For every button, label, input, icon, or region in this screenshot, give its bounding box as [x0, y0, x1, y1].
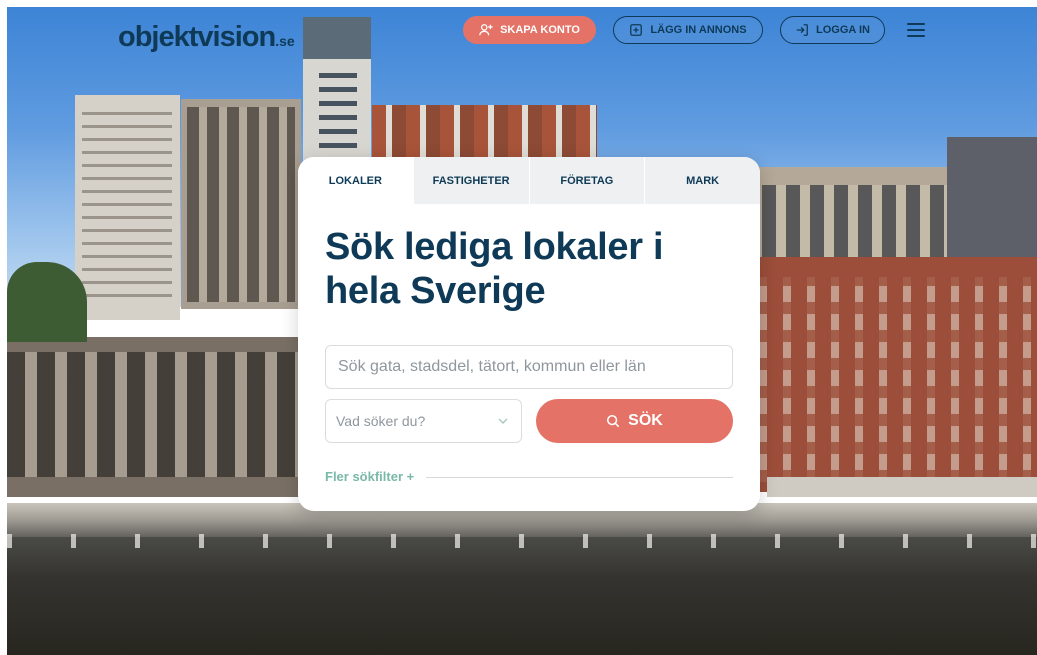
search-heading: Sök lediga lokaler i hela Sverige [325, 226, 664, 312]
property-type-value: Vad söker du? [336, 413, 426, 429]
logo-suffix: .se [275, 33, 295, 49]
tab-mark[interactable]: MARK [644, 157, 760, 204]
place-ad-button[interactable]: LÄGG IN ANNONS [613, 16, 763, 44]
tab-lokaler[interactable]: LOKALER [298, 157, 413, 204]
login-button[interactable]: LOGGA IN [780, 16, 885, 44]
logo-text: objektvision [118, 21, 276, 53]
plus-square-icon [630, 24, 643, 36]
page: objektvision.se SKAPA KONTO LÄGG IN ANNO… [7, 7, 1037, 655]
place-ad-label: LÄGG IN ANNONS [650, 24, 747, 36]
create-account-button[interactable]: SKAPA KONTO [463, 16, 596, 44]
filters-divider [426, 477, 733, 478]
search-icon [607, 414, 620, 428]
tab-foretag[interactable]: FÖRETAG [528, 157, 645, 204]
search-button[interactable]: SÖK [536, 399, 733, 443]
tab-fastigheter[interactable]: FASTIGHETER [412, 157, 529, 204]
create-account-label: SKAPA KONTO [500, 24, 580, 36]
more-filters-link[interactable]: Fler sökfilter + [325, 469, 414, 484]
login-label: LOGGA IN [816, 24, 870, 36]
chevron-down-icon [498, 418, 508, 425]
category-tabs: LOKALER FASTIGHETER FÖRETAG MARK [298, 157, 760, 204]
login-arrow-icon [796, 24, 808, 36]
add-user-icon [479, 24, 493, 36]
logo[interactable]: objektvision.se [118, 21, 295, 54]
hamburger-menu-icon[interactable] [905, 20, 929, 40]
search-button-label: SÖK [628, 412, 663, 429]
property-type-select[interactable]: Vad söker du? [325, 399, 522, 443]
location-search-input[interactable] [325, 345, 733, 389]
search-card: LOKALER FASTIGHETER FÖRETAG MARK Sök led… [298, 157, 760, 511]
